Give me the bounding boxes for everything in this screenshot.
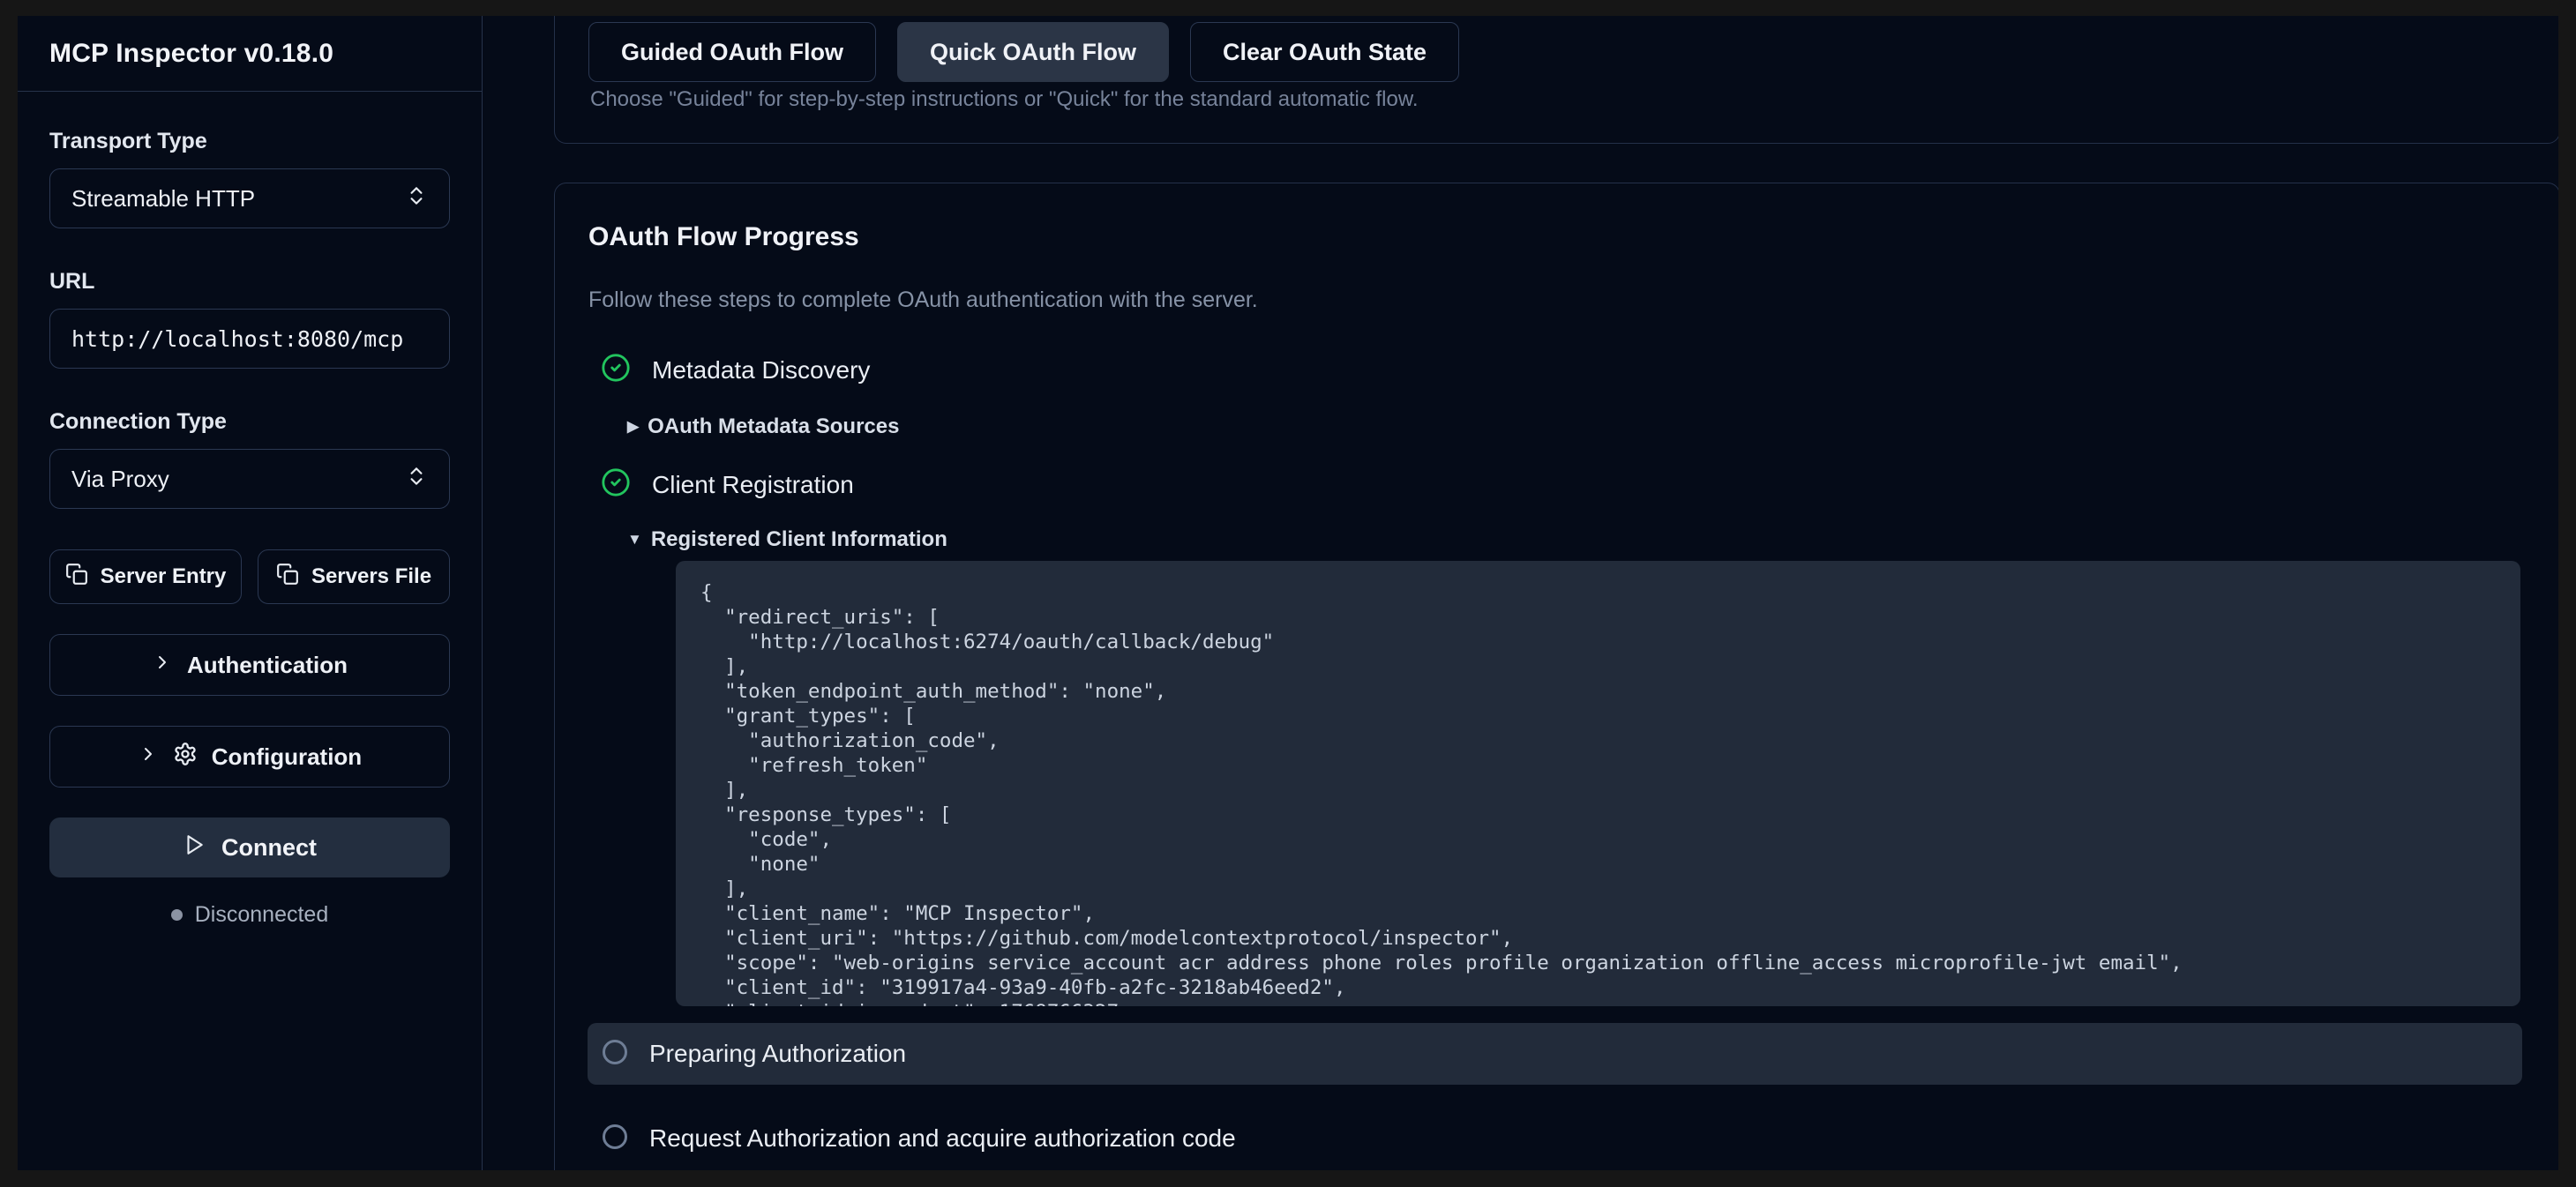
copy-icon — [276, 563, 299, 592]
step-request-authorization: Request Authorization and acquire author… — [588, 1108, 2522, 1169]
url-input[interactable] — [49, 309, 450, 369]
step-metadata-discovery-label: Metadata Discovery — [652, 356, 870, 384]
chevron-right-icon — [138, 743, 159, 771]
play-icon — [183, 833, 206, 862]
step-client-registration: Client Registration — [601, 467, 854, 502]
sidebar-header: MCP Inspector v0.18.0 — [18, 16, 482, 92]
connection-status: Disconnected — [49, 902, 450, 928]
sidebar: MCP Inspector v0.18.0 Transport Type Str… — [18, 16, 483, 1170]
oauth-metadata-sources-label: OAuth Metadata Sources — [648, 414, 899, 439]
copy-icon — [65, 563, 88, 592]
oauth-flow-progress-card: OAuth Flow Progress Follow these steps t… — [554, 183, 2558, 1170]
app-title: MCP Inspector v0.18.0 — [49, 39, 450, 69]
url-label: URL — [49, 269, 450, 295]
guided-oauth-flow-button[interactable]: Guided OAuth Flow — [588, 22, 876, 82]
step-preparing-authorization: Preparing Authorization — [588, 1023, 2522, 1085]
step-preparing-authorization-label: Preparing Authorization — [649, 1040, 906, 1068]
circle-pending-icon — [602, 1039, 628, 1070]
connection-type-select[interactable]: Via Proxy — [49, 449, 450, 509]
servers-file-label: Servers File — [311, 564, 431, 589]
client-info-json: { "redirect_uris": [ "http://localhost:6… — [700, 580, 2496, 1006]
connect-button[interactable]: Connect — [49, 817, 450, 877]
oauth-toolbar-hint: Choose "Guided" for step-by-step instruc… — [590, 87, 1419, 112]
connection-type-value: Via Proxy — [71, 466, 405, 493]
progress-subtitle: Follow these steps to complete OAuth aut… — [588, 287, 1258, 313]
server-entry-label: Server Entry — [101, 564, 227, 589]
status-dot-icon — [171, 909, 183, 921]
registered-client-info-label: Registered Client Information — [651, 527, 947, 552]
registered-client-info-code[interactable]: { "redirect_uris": [ "http://localhost:6… — [676, 561, 2520, 1006]
transport-type-label: Transport Type — [49, 129, 450, 154]
step-client-registration-label: Client Registration — [652, 471, 854, 499]
oauth-toolbar-card: Guided OAuth Flow Quick OAuth Flow Clear… — [554, 16, 2558, 144]
check-circle-icon — [601, 467, 631, 502]
authentication-label: Authentication — [187, 652, 348, 679]
app-window: MCP Inspector v0.18.0 Transport Type Str… — [18, 16, 2558, 1170]
triangle-right-icon: ▶ — [627, 418, 639, 436]
gear-icon — [173, 742, 198, 773]
configuration-label: Configuration — [212, 743, 362, 771]
server-entry-button[interactable]: Server Entry — [49, 549, 242, 604]
progress-title: OAuth Flow Progress — [588, 222, 859, 252]
check-circle-icon — [601, 353, 631, 387]
chevrons-up-down-icon — [405, 184, 428, 213]
main-content: Guided OAuth Flow Quick OAuth Flow Clear… — [483, 16, 2558, 1170]
transport-type-select[interactable]: Streamable HTTP — [49, 168, 450, 228]
authentication-toggle[interactable]: Authentication — [49, 634, 450, 696]
chevrons-up-down-icon — [405, 465, 428, 494]
connect-label: Connect — [221, 834, 317, 862]
triangle-down-icon: ▼ — [627, 531, 642, 549]
clear-oauth-state-button[interactable]: Clear OAuth State — [1190, 22, 1459, 82]
step-request-authorization-label: Request Authorization and acquire author… — [649, 1124, 1236, 1153]
quick-oauth-flow-button[interactable]: Quick OAuth Flow — [897, 22, 1169, 82]
servers-file-button[interactable]: Servers File — [258, 549, 450, 604]
configuration-toggle[interactable]: Configuration — [49, 726, 450, 788]
circle-pending-icon — [602, 1124, 628, 1154]
oauth-metadata-sources-toggle[interactable]: ▶ OAuth Metadata Sources — [627, 414, 899, 439]
connection-type-label: Connection Type — [49, 409, 450, 435]
step-metadata-discovery: Metadata Discovery — [601, 353, 870, 387]
chevron-right-icon — [152, 652, 173, 679]
status-label: Disconnected — [195, 902, 328, 928]
registered-client-info-toggle[interactable]: ▼ Registered Client Information — [627, 527, 947, 552]
transport-type-value: Streamable HTTP — [71, 185, 405, 213]
